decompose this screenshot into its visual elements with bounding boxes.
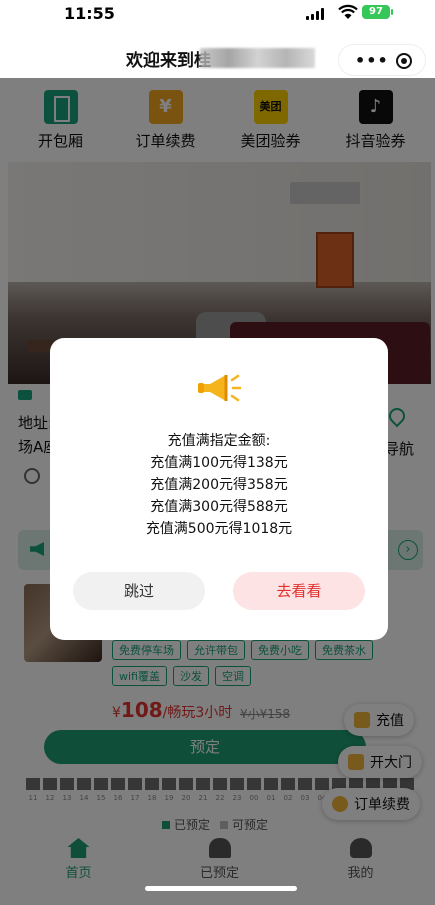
nav-bar: 欢迎来到桂 ••• (0, 26, 435, 78)
recharge-promo-dialog: 充值满指定金额: 充值满100元得138元 充值满200元得358元 充值满30… (50, 338, 388, 640)
home-indicator (145, 886, 297, 891)
dialog-line: 充值满100元得138元 (150, 455, 288, 471)
dialog-line: 充值满200元得358元 (150, 477, 288, 493)
close-miniprogram-icon[interactable] (396, 53, 412, 69)
battery-icon: 97 (362, 5, 390, 19)
wifi-icon (338, 4, 358, 19)
blurred-store-name (200, 48, 315, 68)
dialog-line: 充值满300元得588元 (150, 499, 288, 515)
miniprogram-capsule[interactable]: ••• (338, 44, 426, 76)
megaphone-icon (198, 374, 242, 402)
dialog-body: 充值满指定金额: 充值满100元得138元 充值满200元得358元 充值满30… (50, 430, 388, 540)
page-title: 欢迎来到桂 (126, 51, 211, 71)
more-icon[interactable]: ••• (355, 51, 389, 70)
signal-icon (306, 8, 324, 20)
dialog-heading: 充值满指定金额: (167, 433, 271, 449)
dialog-line: 充值满500元得1018元 (145, 521, 293, 537)
status-bar: 11:55 97 (0, 0, 435, 26)
battery-tip (391, 9, 393, 15)
skip-button[interactable]: 跳过 (73, 572, 205, 610)
status-time: 11:55 (64, 4, 115, 23)
view-offer-button[interactable]: 去看看 (233, 572, 365, 610)
